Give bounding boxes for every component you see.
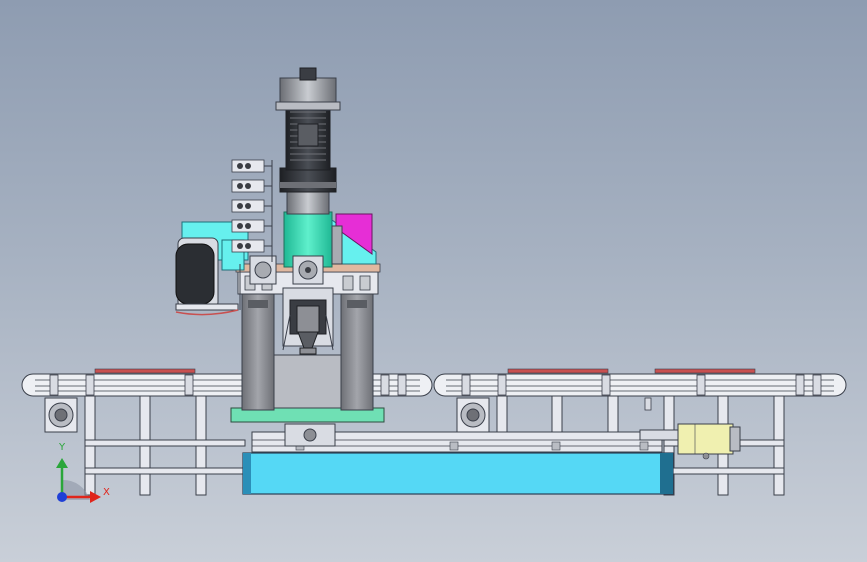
left-conveyor-legs (84, 394, 246, 496)
cad-viewport[interactable]: Y X (0, 0, 867, 562)
drive-head[interactable] (249, 67, 377, 285)
left-side-unit[interactable] (175, 221, 249, 316)
z-axis-dot (57, 492, 67, 502)
x-axis-label: X (103, 487, 110, 498)
machine-bed (242, 452, 674, 495)
machine-assembly-model[interactable] (0, 0, 867, 562)
y-axis-label: Y (59, 442, 66, 453)
right-belt-top-strip-b (654, 368, 756, 374)
valve-bank[interactable] (231, 159, 273, 262)
black-roller (175, 243, 215, 305)
spindle-assembly[interactable] (282, 287, 334, 355)
left-conveyor-motor (44, 397, 78, 433)
left-belt-top-strip (94, 368, 196, 374)
right-belt-top-strip-a (507, 368, 609, 374)
right-conveyor-motor (456, 397, 490, 433)
y-axis-arrow (56, 458, 68, 468)
right-belt-frame (433, 373, 847, 397)
